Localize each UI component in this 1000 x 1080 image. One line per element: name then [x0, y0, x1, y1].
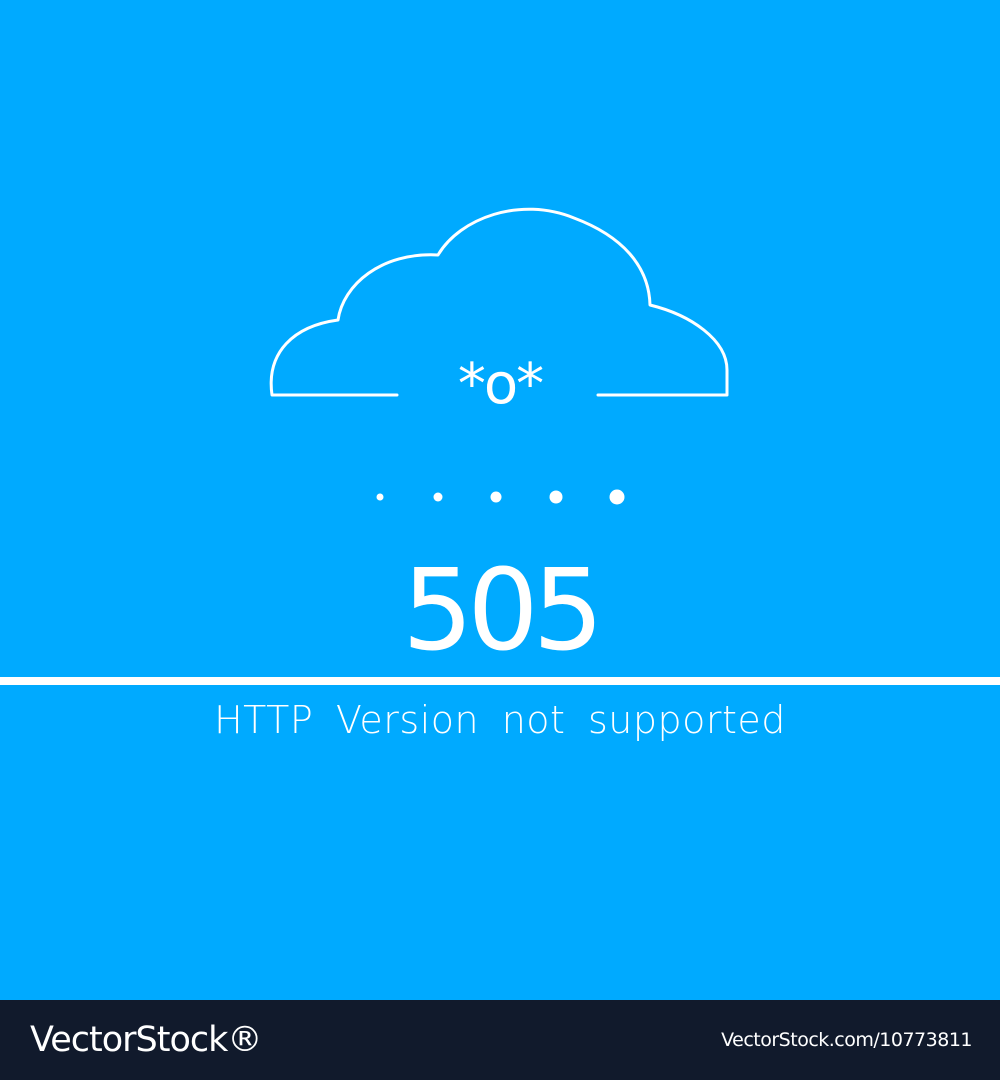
loading-dots [376, 489, 625, 505]
dot-icon [376, 493, 384, 501]
brand-logo: VectorStock® [30, 1020, 262, 1060]
divider-line [0, 677, 1000, 685]
error-code: 505 [402, 546, 604, 676]
error-message: HTTP Version not supported [214, 698, 786, 742]
error-panel: *o* 505 HTTP Version not supported [0, 0, 1000, 1000]
dot-icon [490, 491, 502, 503]
dot-icon [433, 492, 443, 502]
dot-icon [609, 489, 625, 505]
image-reference: VectorStock.com/10773811 [721, 1029, 972, 1051]
watermark-footer: VectorStock® VectorStock.com/10773811 [0, 1000, 1000, 1080]
dot-icon [549, 490, 563, 504]
